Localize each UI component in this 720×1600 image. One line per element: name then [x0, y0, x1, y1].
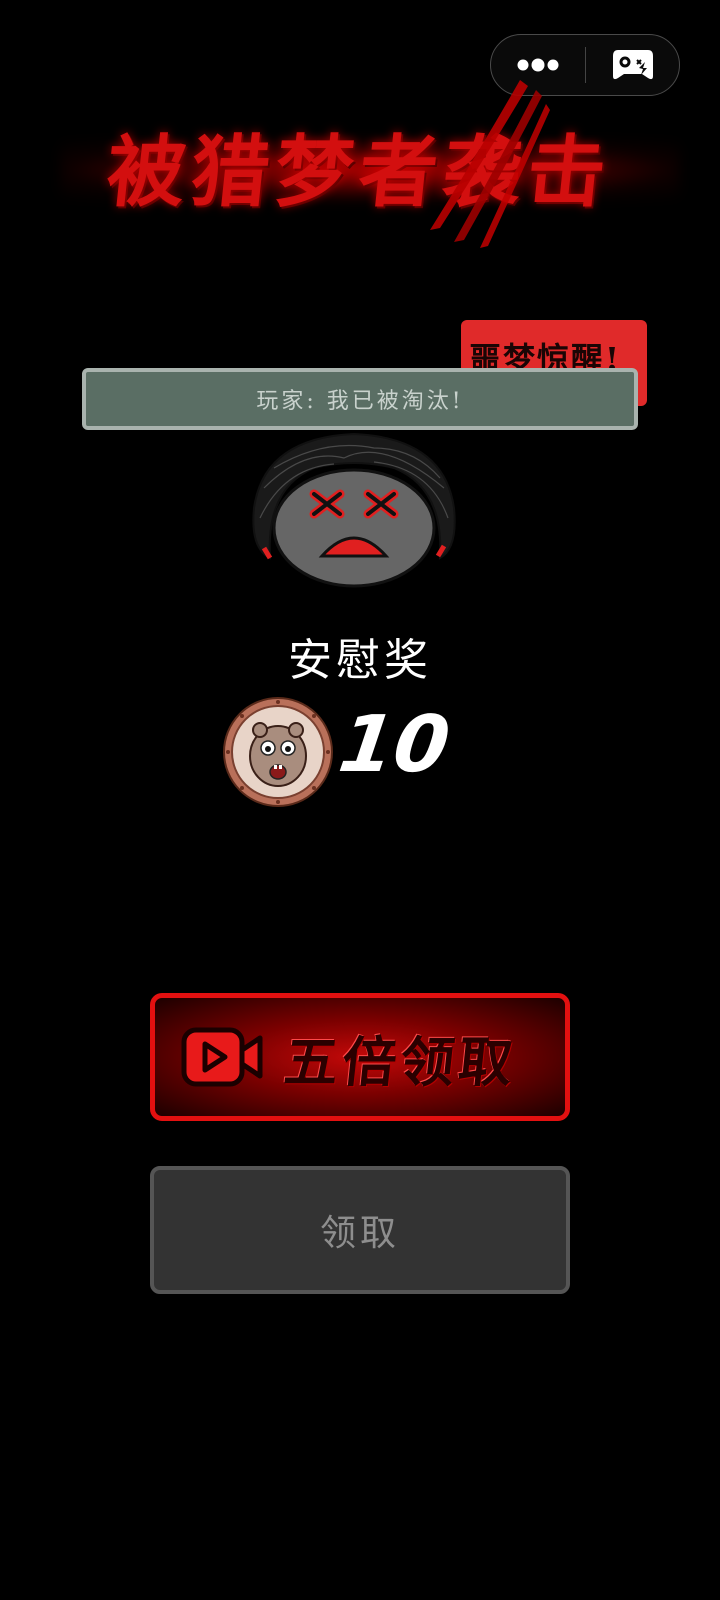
- title-text: 被猎梦者袭击: [102, 127, 617, 218]
- more-dots-icon: [517, 58, 559, 72]
- banner-text: 玩家: 我已被淘汰!: [256, 389, 464, 414]
- game-center-button[interactable]: [586, 35, 679, 95]
- game-title: 被猎梦者袭击: [40, 80, 680, 250]
- reward-amount: 10: [333, 700, 455, 790]
- five-times-claim-button[interactable]: 五倍领取: [150, 993, 570, 1121]
- game-screen: 被猎梦者袭击 噩梦惊醒! 玩家: 我已被淘汰! 安慰奖 10 五倍领取 领取: [0, 0, 720, 1600]
- claim-label: 领取: [319, 1213, 400, 1254]
- hamster-coin-icon: [223, 697, 333, 807]
- elimination-banner: 玩家: 我已被淘汰!: [82, 368, 638, 430]
- five-times-label: 五倍领取: [281, 1029, 520, 1094]
- gamepad-icon: [612, 50, 653, 80]
- claim-button[interactable]: 领取: [150, 1166, 570, 1294]
- dead-player-avatar: [252, 432, 456, 588]
- claw-scratch-icon: [430, 80, 550, 248]
- video-camera-icon: [181, 1027, 263, 1087]
- reward-title: 安慰奖: [288, 635, 432, 686]
